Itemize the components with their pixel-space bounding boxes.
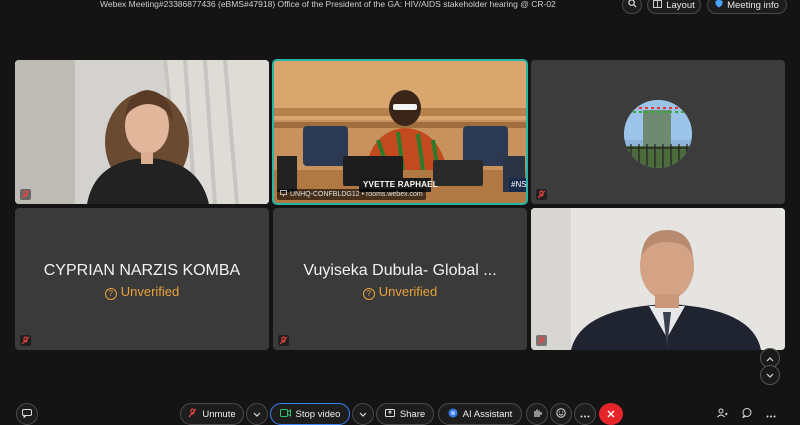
people-icon (716, 405, 728, 423)
scroll-down-button[interactable] (760, 365, 780, 385)
more-dots-icon (766, 405, 776, 423)
leave-meeting-button[interactable] (599, 403, 623, 425)
share-button[interactable]: Share (376, 403, 434, 425)
share-label: Share (399, 408, 426, 420)
more-panels-button[interactable] (760, 403, 782, 425)
chat-icon (741, 405, 752, 423)
chat-button[interactable] (736, 403, 758, 425)
video-camera-icon (279, 408, 291, 420)
search-icon (627, 0, 637, 11)
shield-icon (715, 0, 723, 11)
chevron-down-icon (359, 405, 367, 423)
meeting-toolbar: Unmute Stop video Share AI Assistant (0, 400, 800, 425)
close-icon (607, 405, 615, 423)
unmute-button[interactable]: Unmute (180, 403, 244, 425)
unverified-label: Unverified (120, 284, 180, 299)
participant-video-tile[interactable] (531, 208, 785, 350)
room-label: UNHQ-CONFBLDG12 • rooms.webex.com (277, 189, 426, 200)
participant-video (531, 208, 785, 350)
question-icon: ? (104, 288, 117, 300)
chevron-down-icon (766, 366, 774, 384)
ai-assistant-icon (448, 408, 458, 421)
video-options-button[interactable] (352, 403, 374, 425)
meeting-info-label: Meeting info (727, 0, 779, 11)
device-icon (280, 190, 287, 199)
hashtag-sign: #NS (511, 180, 527, 189)
layout-label: Layout (666, 0, 695, 11)
chat-bubble-icon (22, 405, 32, 423)
muted-mic-icon (20, 189, 31, 200)
nameplate: YVETTE RAPHAEL (363, 180, 438, 189)
layout-button[interactable]: Layout (647, 0, 701, 14)
audio-options-button[interactable] (246, 403, 268, 425)
participant-video-tile-active[interactable]: YVETTE RAPHAEL #NS UNHQ-CONFBLDG12 • roo… (272, 59, 528, 205)
reactions-button[interactable] (550, 403, 572, 425)
participant-name: CYPRIAN NARZIS KOMBA (43, 262, 241, 279)
unverified-label: Unverified (378, 284, 438, 299)
participant-video-tile[interactable] (15, 60, 269, 204)
room-label-text: UNHQ-CONFBLDG12 • rooms.webex.com (290, 191, 423, 198)
top-bar: Webex Meeting#23386877436 (eBMS#47918) O… (0, 0, 800, 14)
meeting-title: Webex Meeting#23386877436 (eBMS#47918) O… (100, 0, 556, 9)
participant-name-tile[interactable]: CYPRIAN NARZIS KOMBA ? Unverified (15, 208, 269, 350)
more-options-button[interactable] (574, 403, 596, 425)
participant-name: Vuyiseka Dubula- Global ... (303, 262, 497, 279)
question-icon: ? (362, 288, 375, 300)
participant-video (15, 60, 269, 204)
muted-mic-icon (536, 335, 547, 346)
more-dots-icon (580, 405, 590, 423)
layout-icon (653, 0, 663, 11)
search-button[interactable] (622, 0, 642, 14)
ai-assistant-button[interactable]: AI Assistant (438, 403, 522, 425)
raise-hand-button[interactable] (526, 403, 548, 425)
ai-assistant-label: AI Assistant (462, 408, 513, 420)
captions-button[interactable] (16, 403, 38, 425)
unverified-status: ? Unverified (273, 284, 527, 300)
unverified-status: ? Unverified (15, 284, 269, 300)
muted-mic-icon (20, 335, 31, 346)
muted-mic-icon (278, 335, 289, 346)
smiley-icon (556, 405, 566, 423)
muted-mic-icon (536, 189, 547, 200)
participant-avatar (624, 100, 692, 168)
hand-icon (533, 405, 542, 423)
participant-avatar-tile[interactable] (531, 60, 785, 204)
stop-video-button[interactable]: Stop video (270, 403, 350, 425)
participant-name-tile[interactable]: Vuyiseka Dubula- Global ... ? Unverified (273, 208, 527, 350)
meeting-info-button[interactable]: Meeting info (707, 0, 787, 14)
unmute-label: Unmute (202, 408, 236, 420)
chevron-down-icon (253, 405, 261, 423)
stop-video-label: Stop video (295, 408, 341, 420)
participants-button[interactable] (711, 403, 733, 425)
share-icon (384, 408, 395, 420)
mic-muted-icon (188, 408, 197, 421)
